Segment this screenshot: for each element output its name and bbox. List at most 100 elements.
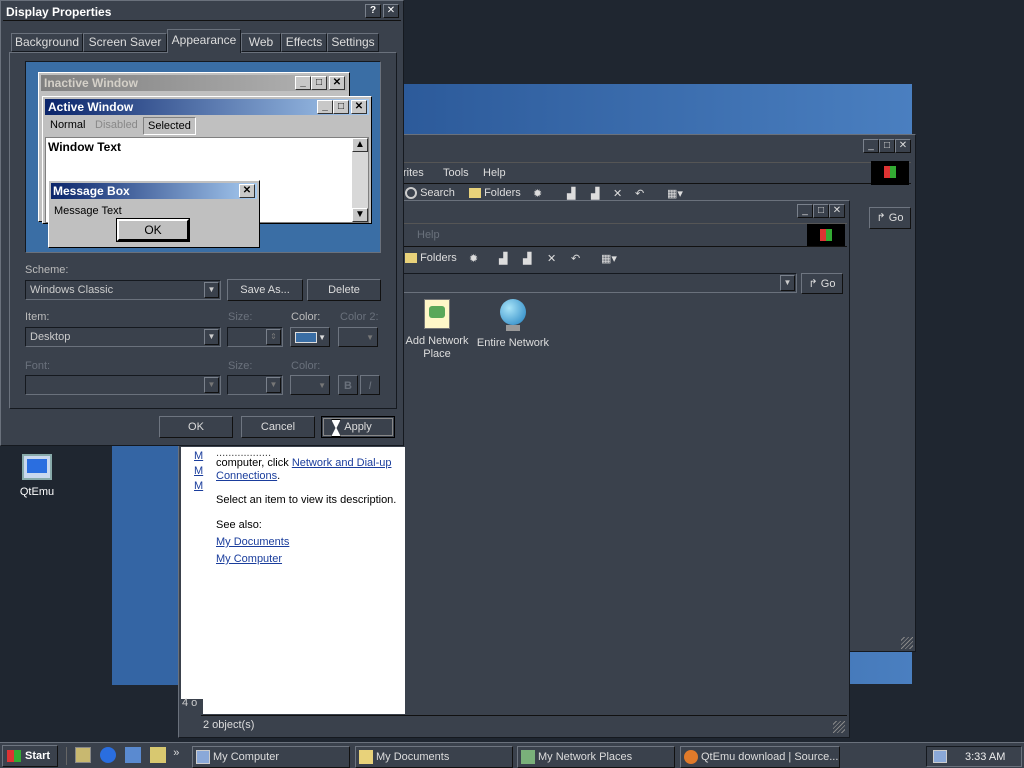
my-computer-link[interactable]: My Computer — [216, 553, 405, 566]
front-toolbar: Folders ✹ ▟ ▟ ✕ ↶ ▦▾ — [401, 247, 847, 273]
views-icon[interactable]: ▦▾ — [667, 187, 683, 200]
dialog-title: Display Properties — [6, 5, 112, 19]
item-label: Item: — [25, 311, 50, 323]
scheme-label: Scheme: — [25, 264, 69, 276]
copy-to-icon[interactable]: ▟ — [591, 187, 599, 200]
undo-icon[interactable]: ↶ — [635, 187, 644, 200]
tab-appearance[interactable]: Appearance — [167, 29, 241, 53]
minimize-button[interactable]: _ — [863, 139, 879, 153]
show-desktop-icon[interactable] — [75, 747, 91, 763]
tab-settings[interactable]: Settings — [327, 33, 379, 52]
help-button[interactable]: ? — [365, 4, 381, 18]
maximize-button[interactable]: □ — [879, 139, 895, 153]
windows-logo-icon — [871, 161, 909, 185]
ok-button[interactable]: OK — [159, 416, 233, 438]
close-button[interactable]: ✕ — [383, 4, 399, 18]
move-to-icon[interactable]: ▟ — [499, 252, 507, 265]
undo-icon[interactable]: ↶ — [571, 252, 580, 265]
left-status: 4 o — [182, 697, 198, 709]
history-icon[interactable]: ✹ — [469, 252, 478, 265]
menu-disabled: Disabled — [95, 119, 138, 131]
desktop-icon-qtemu[interactable]: QtEmu — [10, 454, 64, 504]
side-link[interactable]: M — [194, 464, 203, 479]
network-tray-icon[interactable] — [933, 750, 947, 763]
copy-to-icon[interactable]: ▟ — [523, 252, 531, 265]
save-as-button[interactable]: Save As... — [227, 279, 303, 301]
internet-explorer-icon[interactable] — [100, 747, 117, 763]
tab-background[interactable]: Background — [11, 33, 83, 52]
back-menubar: rites Tools Help — [401, 161, 911, 185]
move-to-icon[interactable]: ▟ — [567, 187, 575, 200]
side-link[interactable]: M — [194, 479, 203, 494]
taskbar-item-my-documents[interactable]: My Documents — [355, 746, 513, 768]
views-icon[interactable]: ▦▾ — [601, 252, 617, 265]
color-swatch — [295, 332, 317, 343]
clock[interactable]: 3:33 AM — [965, 751, 1005, 763]
chevron-down-icon: ▼ — [204, 329, 219, 345]
font-size-select: ▼ — [227, 375, 283, 395]
history-icon[interactable]: ✹ — [533, 187, 542, 200]
bold-button: B — [338, 375, 358, 395]
color2-label: Color 2: — [340, 311, 379, 323]
chevron-right-icon[interactable]: » — [173, 747, 179, 759]
tab-effects[interactable]: Effects — [281, 33, 327, 52]
menu-selected: Selected — [143, 117, 196, 135]
tab-screen-saver[interactable]: Screen Saver — [83, 33, 167, 52]
resize-grip-icon[interactable] — [901, 637, 913, 649]
address-input[interactable]: ▼ — [401, 273, 797, 293]
search-button[interactable]: Search — [405, 187, 455, 200]
close-button[interactable]: ✕ — [829, 204, 845, 218]
active-title: Active Window — [48, 100, 134, 114]
search-icon — [405, 187, 417, 200]
menu-favorites[interactable]: rites — [403, 167, 424, 179]
my-documents-link[interactable]: My Documents — [216, 536, 405, 549]
folders-button[interactable]: Folders — [405, 252, 457, 264]
minimize-button[interactable]: _ — [797, 204, 813, 218]
quick-launch: » — [66, 747, 186, 765]
scheme-select[interactable]: Windows Classic ▼ — [25, 280, 221, 300]
info-text: computer, click — [216, 457, 292, 469]
maximize-button[interactable]: □ — [813, 204, 829, 218]
menu-help[interactable]: Help — [483, 167, 506, 179]
chevron-down-icon: ▼ — [266, 377, 281, 393]
cancel-button[interactable]: Cancel — [241, 416, 315, 438]
taskbar-item-my-network-places[interactable]: My Network Places — [517, 746, 675, 768]
outlook-icon[interactable] — [125, 747, 142, 763]
delete-button[interactable]: Delete — [307, 279, 381, 301]
taskbar-item-my-computer[interactable]: My Computer — [192, 746, 350, 768]
back-go-button[interactable]: ↱ Go — [869, 207, 911, 229]
go-button[interactable]: ↱ Go — [801, 273, 843, 294]
tab-web[interactable]: Web — [241, 33, 281, 52]
folder-icon — [469, 188, 481, 199]
color2-picker-button: ▼ — [338, 327, 378, 347]
entire-network-item[interactable]: Entire Network — [475, 299, 551, 349]
delete-icon[interactable]: ✕ — [613, 187, 622, 200]
font-select: ▼ — [25, 375, 221, 395]
close-icon: ✕ — [351, 100, 367, 114]
taskbar-item-qtemu-download[interactable]: QtEmu download | Source... — [680, 746, 840, 768]
front-window-controls: _ □ ✕ — [797, 204, 845, 218]
media-player-icon[interactable] — [150, 747, 167, 763]
menu-tools[interactable]: Tools — [443, 167, 469, 179]
maximize-icon: □ — [311, 76, 327, 90]
item-select[interactable]: Desktop ▼ — [25, 327, 221, 347]
window-text: Window Text — [48, 140, 121, 154]
delete-icon[interactable]: ✕ — [547, 252, 556, 265]
preview-message-box: Message Box ✕ Message Text OK — [48, 180, 260, 248]
icon-label: Add Network Place — [405, 335, 469, 360]
system-tray: 3:33 AM — [926, 746, 1022, 767]
add-network-place-icon — [424, 299, 450, 329]
add-network-place-item[interactable]: Add Network Place — [403, 299, 471, 361]
msgbox-titlebar: Message Box ✕ — [51, 183, 257, 199]
msgbox-text: Message Text — [54, 205, 122, 217]
address-dropdown-icon[interactable]: ▼ — [780, 275, 795, 291]
icon-label: Entire Network — [476, 337, 550, 349]
side-link[interactable]: M — [194, 449, 203, 464]
color-picker-button[interactable]: ▼ — [290, 327, 330, 347]
close-button[interactable]: ✕ — [895, 139, 911, 153]
folders-button[interactable]: Folders — [469, 187, 521, 199]
go-arrow-icon: ↱ — [808, 278, 818, 290]
menu-help[interactable]: Help — [417, 229, 440, 241]
resize-grip-icon[interactable] — [833, 721, 845, 733]
start-button[interactable]: Start — [2, 745, 58, 767]
